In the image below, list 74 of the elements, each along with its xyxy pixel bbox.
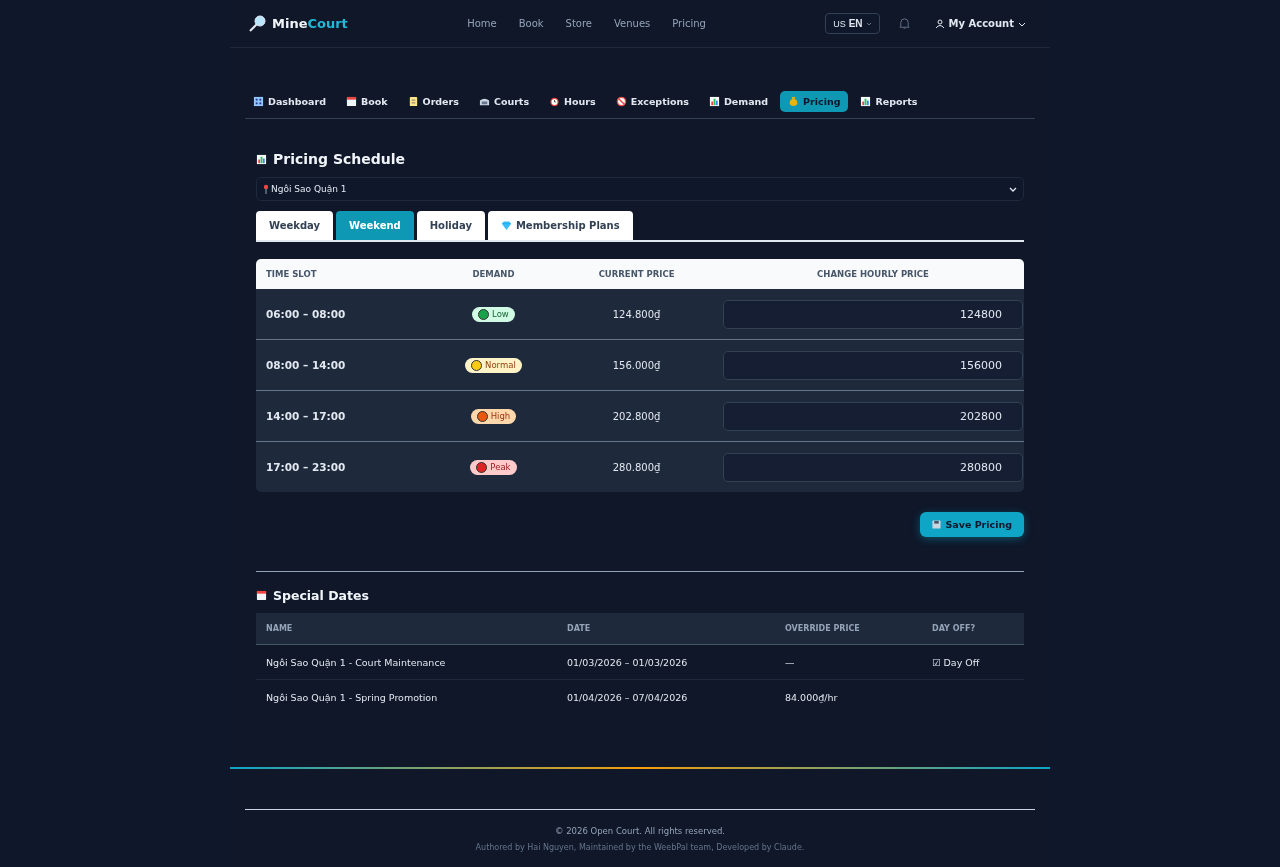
admin-tab[interactable]: Book (337, 91, 396, 112)
prohibited-icon (615, 96, 627, 107)
day-tab[interactable]: Membership Plans (487, 211, 633, 240)
column-header: DAY OFF? (922, 613, 1024, 645)
time-slot: 14:00 – 17:00 (256, 390, 436, 442)
nav-link[interactable]: Venues (614, 18, 651, 29)
admin-tab[interactable]: Reports (852, 91, 926, 112)
admin-tab[interactable]: Courts (470, 91, 538, 112)
section-title: Special Dates (273, 588, 369, 603)
stadium-icon (478, 96, 490, 107)
money-bag-icon (788, 96, 800, 107)
column-header: DATE (557, 613, 775, 645)
admin-tab[interactable]: Orders (399, 91, 467, 112)
current-price: 202.800₫ (551, 390, 722, 442)
price-input[interactable]: 124800 (723, 299, 1023, 329)
nav-link[interactable]: Store (565, 18, 592, 29)
user-icon (934, 18, 945, 29)
building-icon (253, 96, 264, 107)
column-header: NAME (256, 613, 557, 645)
bar-chart-icon (860, 96, 872, 107)
price-input[interactable]: 202800 (723, 401, 1023, 431)
nav-link[interactable]: Pricing (672, 18, 706, 29)
language-selector[interactable]: US EN (825, 13, 880, 34)
demand-badge: High (470, 408, 517, 424)
table-cell: Ngôi Sao Quận 1 - Spring Promotion (266, 691, 438, 703)
column-header: TIME SLOT (256, 259, 436, 289)
demand-badge: Low (472, 306, 515, 322)
table-cell: — (785, 656, 795, 668)
price-input[interactable]: 156000 (723, 350, 1023, 380)
admin-tab[interactable]: Exceptions (607, 91, 697, 112)
credits-text: Authored by Hai Nguyen, Maintained by the WeebPal team, Developed by Claude. (474, 843, 806, 852)
time-slot: 06:00 – 08:00 (256, 289, 436, 340)
current-price: 124.800₫ (551, 289, 722, 340)
brand-logo[interactable]: MineCourt (272, 16, 348, 31)
caret-icon (1009, 185, 1017, 193)
current-price: 280.800₫ (551, 441, 722, 492)
nav-link[interactable]: Book (518, 18, 544, 29)
calendar-icon (345, 96, 357, 107)
copyright-text: © 2026 Open Court. All rights reserved. (553, 826, 727, 836)
calendar-icon (256, 590, 267, 601)
clipboard-icon (407, 96, 419, 107)
bar-chart-icon (256, 153, 267, 165)
admin-tab[interactable]: Dashboard (245, 91, 334, 112)
table-cell: ☑ Day Off (932, 656, 980, 668)
day-tab[interactable]: Weekday (256, 211, 333, 240)
table-cell: 84.000₫/hr (785, 691, 838, 703)
price-input[interactable]: 280800 (723, 452, 1023, 482)
venue-select[interactable]: Ngôi Sao Quận 1 (256, 177, 1024, 201)
gem-icon (500, 220, 512, 231)
page-title: Pricing Schedule (273, 151, 406, 167)
admin-tab[interactable]: Pricing (780, 91, 849, 112)
nav-link[interactable]: Home (467, 18, 497, 29)
time-slot: 17:00 – 23:00 (256, 441, 436, 492)
day-tab[interactable]: Holiday (416, 211, 485, 240)
column-header: DEMAND (435, 259, 552, 289)
demand-badge: Normal (465, 357, 522, 373)
time-slot: 08:00 – 14:00 (256, 339, 436, 391)
column-header: OVERRIDE PRICE (775, 613, 922, 645)
demand-badge: Peak (470, 459, 517, 475)
current-price: 156.000₫ (551, 339, 722, 391)
pin-icon (263, 184, 269, 194)
admin-tab[interactable]: Demand (700, 91, 777, 112)
table-cell: 01/04/2026 – 07/04/2026 (567, 691, 688, 703)
table-cell: Ngôi Sao Quận 1 - Court Maintenance (266, 656, 446, 668)
admin-tab[interactable]: Hours (541, 91, 604, 112)
column-header: CURRENT PRICE (551, 259, 722, 289)
save-button[interactable]: Save Pricing (920, 512, 1024, 537)
bar-chart-icon (708, 96, 720, 107)
caret-icon (865, 20, 872, 27)
table-cell: 01/03/2026 – 01/03/2026 (567, 656, 688, 668)
alarm-clock-icon (549, 96, 561, 107)
bell-icon[interactable] (897, 17, 911, 30)
column-header: CHANGE HOURLY PRICE (722, 259, 1024, 289)
account-menu[interactable]: My Account (928, 17, 1032, 30)
